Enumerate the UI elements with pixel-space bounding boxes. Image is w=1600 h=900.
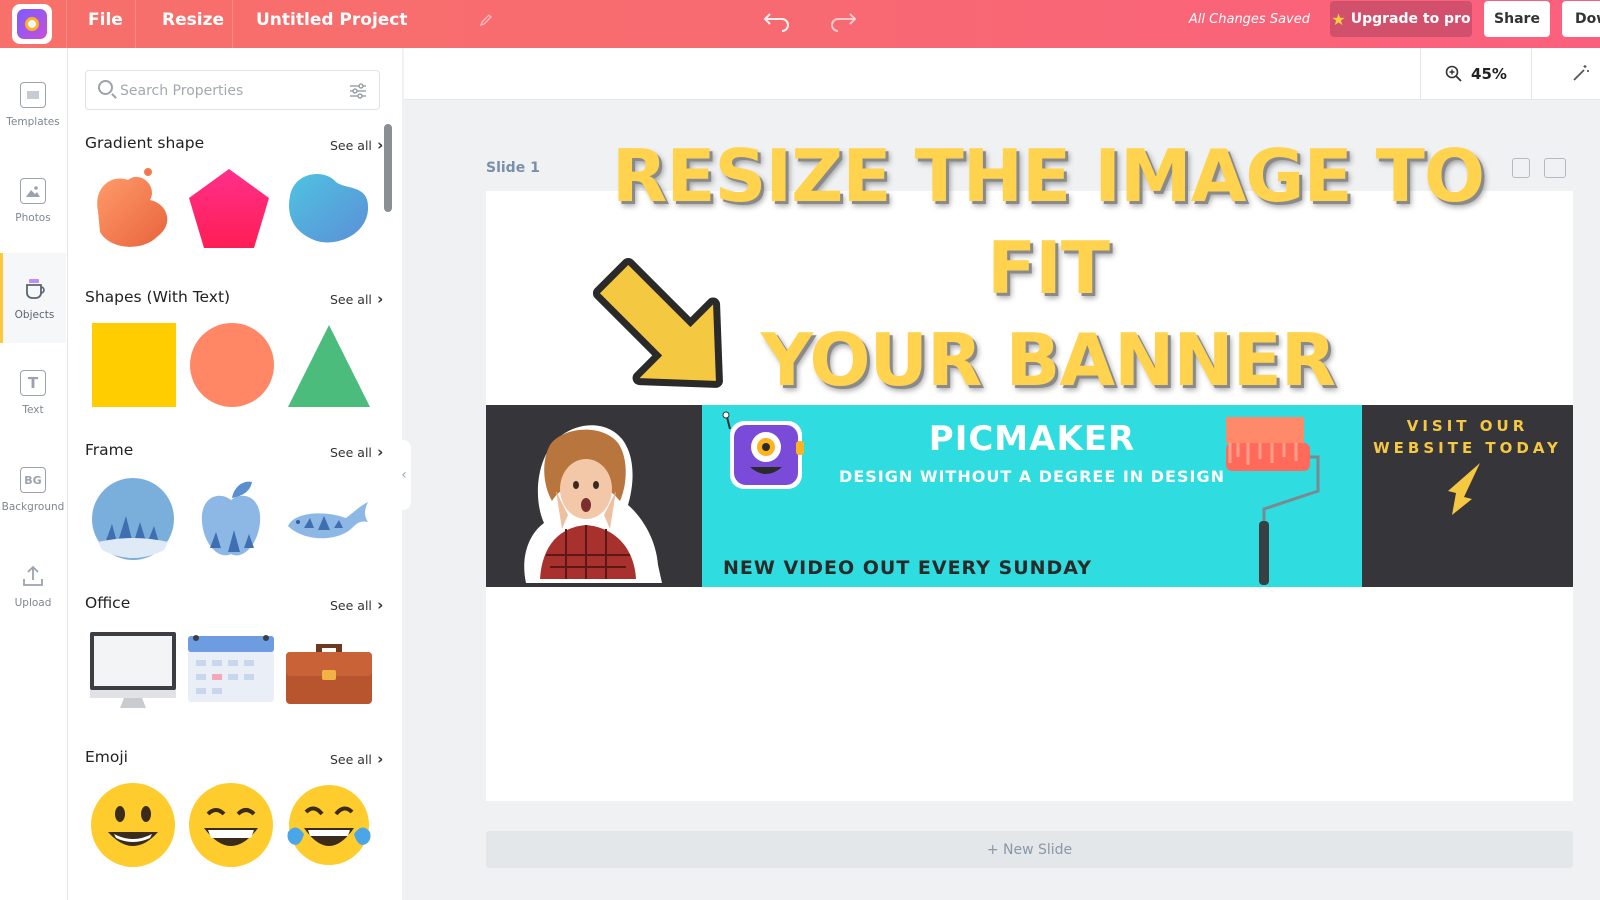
background-icon: BG	[20, 467, 46, 493]
new-slide-button[interactable]: + New Slide	[486, 831, 1573, 868]
redo-icon[interactable]	[828, 8, 858, 32]
surprised-person-image[interactable]	[486, 405, 702, 587]
rail-item-text[interactable]: T Text	[0, 348, 66, 438]
gradient-blob-blue-thumb[interactable]	[284, 166, 370, 252]
rail-item-photos[interactable]: Photos	[0, 156, 66, 246]
visit-line-2: WEBSITE TODAY	[1373, 439, 1562, 457]
section-title: Shapes (With Text)	[85, 288, 231, 306]
banner-center-panel: PICMAKER DESIGN WITHOUT A DEGREE IN DESI…	[702, 405, 1362, 587]
arrow-down-icon	[1448, 463, 1480, 515]
photos-icon	[20, 178, 46, 204]
file-menu[interactable]: File	[88, 0, 123, 48]
visit-line-1: VISIT OUR	[1406, 417, 1529, 435]
gradient-blob-thumb[interactable]	[88, 166, 174, 252]
objects-panel: Gradient shape See all Shapes (With Text…	[68, 48, 402, 900]
rail-label: Upload	[14, 597, 52, 609]
add-slide-icon[interactable]	[1544, 158, 1566, 178]
see-all-link[interactable]: See all	[330, 443, 383, 461]
star-icon: ★	[1331, 9, 1346, 29]
zoom-control[interactable]: 45%	[1420, 48, 1532, 100]
zoom-value: 45%	[1471, 65, 1507, 83]
banner-left-panel	[486, 405, 702, 587]
banner-right-panel: VISIT OUR WEBSITE TODAY	[1362, 405, 1573, 587]
rail-item-background[interactable]: BG Background	[0, 445, 66, 535]
briefcase-thumb[interactable]	[284, 630, 374, 716]
smile-emoji-thumb[interactable]	[90, 782, 176, 868]
rail-label: Text	[22, 404, 44, 416]
headline-line-2: YOUR BANNER	[760, 318, 1337, 402]
divider	[66, 0, 67, 48]
divider	[135, 0, 136, 48]
upgrade-button[interactable]: ★ Upgrade to pro	[1330, 1, 1472, 37]
headline-overlay: RESIZE THE IMAGE TO FIT YOUR BANNER	[578, 130, 1518, 406]
tears-of-joy-emoji-thumb[interactable]	[286, 782, 372, 868]
section-title: Gradient shape	[85, 134, 205, 152]
square-shape-thumb[interactable]	[92, 323, 176, 407]
left-rail: Templates Photos Objects T Text BG Backg…	[0, 48, 68, 900]
share-button[interactable]: Share	[1484, 1, 1550, 37]
rail-label: Background	[1, 501, 65, 513]
search-icon	[98, 80, 113, 95]
upgrade-label: Upgrade to pro	[1350, 11, 1471, 27]
banner-bottom-text: NEW VIDEO OUT EVERY SUNDAY	[723, 557, 1092, 579]
project-title[interactable]: Untitled Project	[256, 0, 408, 48]
apple-frame-thumb[interactable]	[188, 476, 274, 562]
section-title: Office	[85, 594, 131, 612]
app-logo[interactable]	[12, 4, 52, 44]
see-all-link[interactable]: See all	[330, 596, 383, 614]
download-button[interactable]: Dow	[1562, 1, 1600, 37]
collapse-panel-button[interactable]: ‹	[397, 440, 411, 510]
undo-icon[interactable]	[762, 8, 792, 32]
slide-tools	[1512, 158, 1566, 178]
visit-text: VISIT OUR WEBSITE TODAY	[1362, 415, 1573, 459]
slide-label: Slide 1	[486, 160, 540, 176]
triangle-shape-thumb[interactable]	[286, 323, 372, 409]
edit-title-icon[interactable]	[478, 12, 494, 28]
upload-icon	[20, 563, 46, 589]
templates-icon	[20, 82, 46, 108]
see-all-link[interactable]: See all	[330, 290, 383, 308]
rail-item-templates[interactable]: Templates	[0, 60, 66, 150]
objects-icon	[22, 275, 48, 301]
see-all-link[interactable]: See all	[330, 136, 383, 154]
see-all-link[interactable]: See all	[330, 750, 383, 768]
monitor-thumb[interactable]	[88, 630, 178, 716]
top-bar: File Resize Untitled Project All Changes…	[0, 0, 1600, 48]
whale-frame-thumb[interactable]	[284, 476, 370, 562]
banner-design[interactable]: PICMAKER DESIGN WITHOUT A DEGREE IN DESI…	[486, 405, 1573, 587]
forest-circle-frame-thumb[interactable]	[90, 476, 176, 562]
headline-line-1: RESIZE THE IMAGE TO FIT	[611, 134, 1485, 310]
save-status: All Changes Saved	[1188, 12, 1310, 27]
rail-label: Templates	[6, 116, 60, 128]
section-title: Emoji	[85, 748, 128, 766]
paint-roller-image[interactable]	[1222, 413, 1332, 587]
circle-shape-thumb[interactable]	[190, 323, 274, 407]
rail-label: Photos	[15, 212, 51, 224]
rail-item-upload[interactable]: Upload	[0, 541, 66, 631]
divider	[232, 0, 233, 48]
rail-item-objects[interactable]: Objects	[0, 253, 66, 343]
filter-icon[interactable]	[349, 82, 367, 100]
zoom-icon	[1445, 65, 1462, 82]
grin-emoji-thumb[interactable]	[188, 782, 274, 868]
text-icon: T	[20, 370, 46, 396]
canvas-toolbar: 45%	[404, 48, 1600, 100]
section-title: Frame	[85, 441, 134, 459]
rail-label: Objects	[14, 309, 55, 321]
panel-scrollbar[interactable]	[384, 124, 392, 212]
search-input[interactable]	[120, 79, 330, 103]
resize-menu[interactable]: Resize	[162, 0, 224, 48]
magic-wand-icon[interactable]	[1572, 64, 1590, 82]
search-box[interactable]	[85, 70, 380, 110]
calendar-thumb[interactable]	[186, 630, 276, 716]
gradient-pentagon-thumb[interactable]	[186, 166, 272, 252]
